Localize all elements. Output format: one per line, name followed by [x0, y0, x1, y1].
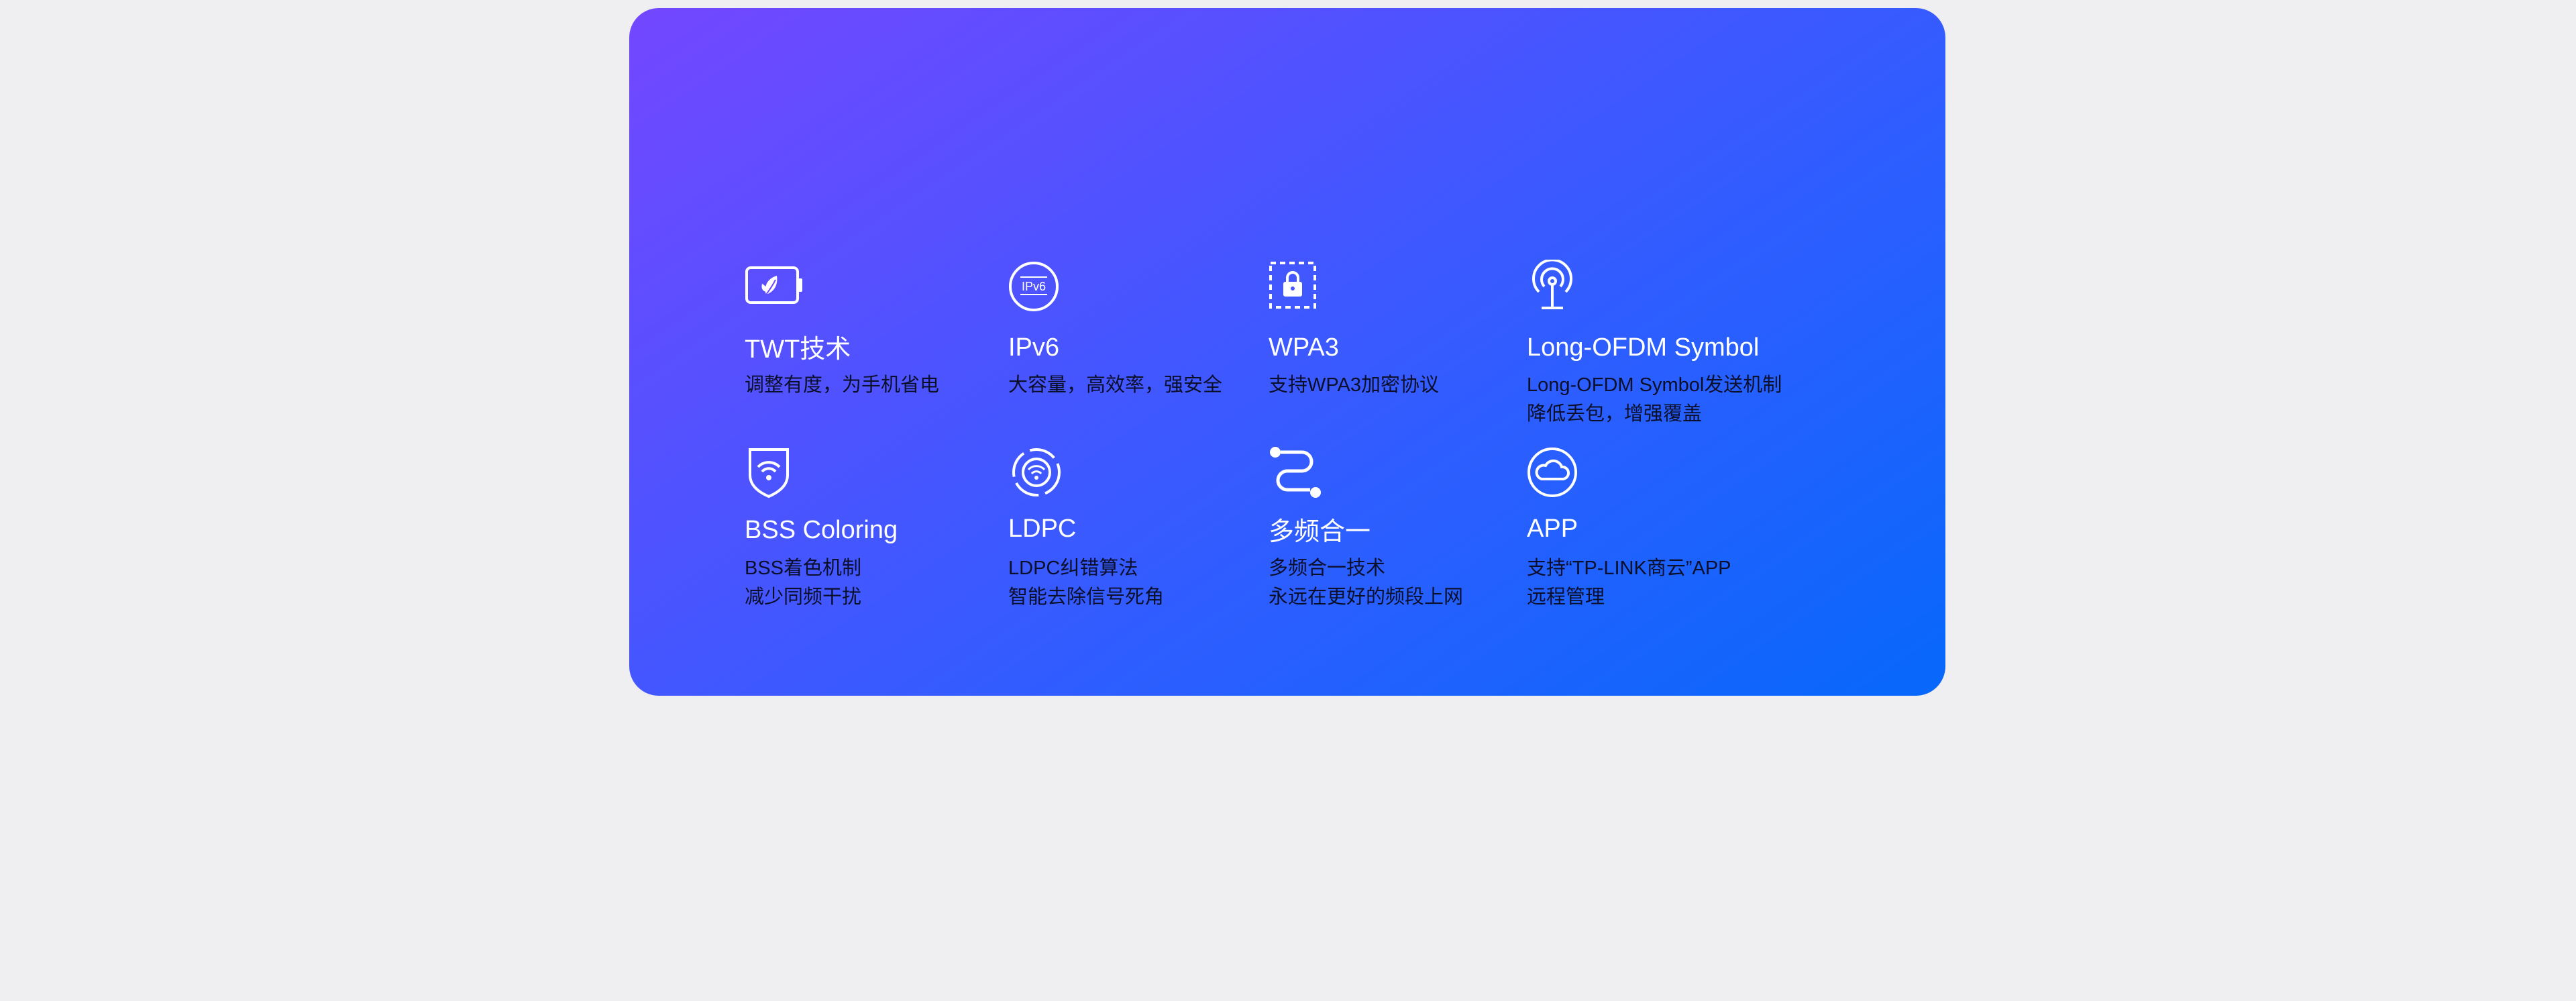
- features-card: TWT技术 调整有度，为手机省电 IPv6 IPv6 大容量，高效率，强安全 W…: [629, 8, 1945, 696]
- battery-leaf-icon: [745, 260, 805, 313]
- svg-text:IPv6: IPv6: [1022, 280, 1046, 293]
- feature-desc: 大容量，高效率，强安全: [1008, 374, 1223, 396]
- feature-title: WPA3: [1269, 333, 1339, 362]
- feature-title: Long-OFDM Symbol: [1527, 333, 1760, 362]
- feature-title: APP: [1527, 515, 1578, 543]
- signal-circle-icon: [1008, 445, 1069, 499]
- ipv6-icon: IPv6: [1008, 260, 1069, 313]
- band-merge-icon: [1269, 445, 1329, 499]
- feature-desc: BSS着色机制 减少同频干扰: [745, 558, 862, 608]
- feature-title: 多频合一: [1269, 518, 1371, 546]
- shield-wifi-icon: [745, 445, 805, 499]
- feature-desc: 调整有度，为手机省电: [745, 374, 940, 396]
- feature-desc: 支持“TP-LINK商云”APP 远程管理: [1527, 558, 1731, 608]
- antenna-icon: [1527, 260, 1587, 313]
- feature-title: BSS Coloring: [745, 516, 898, 544]
- feature-title: IPv6: [1008, 333, 1060, 362]
- cloud-icon: [1527, 445, 1587, 499]
- feature-desc: LDPC纠错算法 智能去除信号死角: [1008, 558, 1165, 608]
- lock-frame-icon: [1269, 260, 1329, 313]
- feature-title: LDPC: [1008, 515, 1077, 543]
- feature-desc: 支持WPA3加密协议: [1269, 374, 1440, 396]
- feature-desc: 多频合一技术 永远在更好的频段上网: [1269, 558, 1464, 608]
- feature-title: TWT技术: [745, 335, 851, 364]
- feature-desc: Long-OFDM Symbol发送机制 降低丢包，增强覆盖: [1527, 374, 1782, 425]
